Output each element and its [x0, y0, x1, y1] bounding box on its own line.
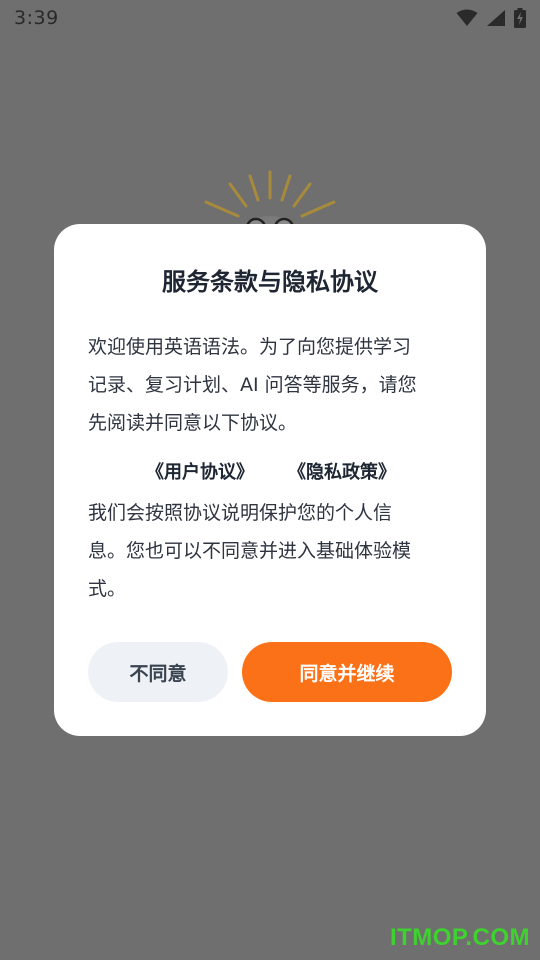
intro-line: 先阅读并同意以下协议。 — [88, 412, 298, 434]
intro-text: 欢迎使用英语语法。为了向您提供学习 记录、复习计划、AI 问答等服务，请您 先阅… — [88, 328, 454, 442]
watermark: ITMOP.COM — [389, 924, 530, 951]
detail-line: 式。 — [88, 578, 127, 600]
dialog-title: 服务条款与隐私协议 — [162, 268, 378, 296]
wifi-icon — [456, 9, 478, 26]
signal-icon — [487, 10, 505, 26]
accept-continue-button[interactable]: 同意并继续 — [242, 642, 452, 702]
status-icons — [456, 8, 526, 28]
privacy-policy-link[interactable]: 《隐私政策》 — [288, 458, 396, 484]
battery-charging-icon — [514, 8, 526, 28]
intro-line: 欢迎使用英语语法。为了向您提供学习 — [88, 336, 412, 358]
detail-line: 我们会按照协议说明保护您的个人信 — [88, 502, 393, 524]
status-bar: 3:39 — [0, 0, 540, 36]
decline-button[interactable]: 不同意 — [88, 642, 228, 702]
detail-line: 息。您也可以不同意并进入基础体验模 — [88, 540, 412, 562]
terms-privacy-dialog: 服务条款与隐私协议 欢迎使用英语语法。为了向您提供学习 记录、复习计划、AI 问… — [54, 224, 486, 736]
agreement-links: 《用户协议》 《隐私政策》 — [88, 458, 454, 484]
status-time: 3:39 — [14, 7, 59, 29]
intro-line: 记录、复习计划、AI 问答等服务，请您 — [88, 374, 417, 396]
detail-text: 我们会按照协议说明保护您的个人信 息。您也可以不同意并进入基础体验模 式。 — [88, 494, 454, 608]
user-agreement-link[interactable]: 《用户协议》 — [146, 458, 254, 484]
